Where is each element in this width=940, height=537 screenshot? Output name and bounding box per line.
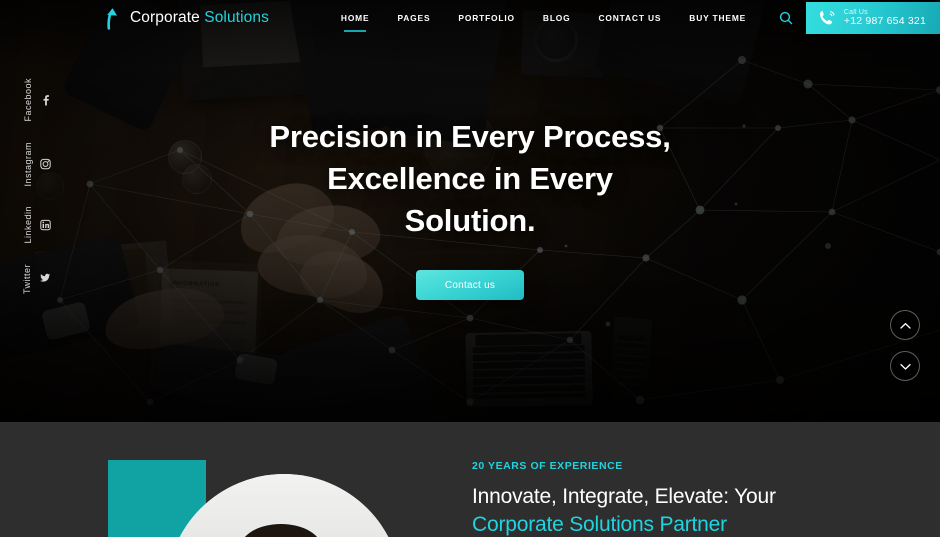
chevron-up-icon <box>899 322 911 329</box>
slider-next-button[interactable] <box>890 351 920 381</box>
nav-item-pages[interactable]: PAGES <box>383 0 444 36</box>
call-us-number: +12 987 654 321 <box>843 15 926 28</box>
header-actions: Call Us +12 987 654 321 <box>770 0 940 36</box>
nav-item-blog[interactable]: BLOG <box>529 0 585 36</box>
social-link-linkedin[interactable]: Linkedin <box>23 206 51 244</box>
hero-title-line-1: Precision in Every Process, <box>269 118 671 154</box>
site-logo[interactable]: Corporate Solutions <box>102 6 269 30</box>
linkedin-icon <box>39 219 51 231</box>
about-section: 20 YEARS OF EXPERIENCE Innovate, Integra… <box>0 422 940 537</box>
about-text: 20 YEARS OF EXPERIENCE Innovate, Integra… <box>472 460 902 537</box>
social-sidebar: Facebook Instagram Linkedin Twitter <box>22 78 51 294</box>
slider-prev-button[interactable] <box>890 310 920 340</box>
nav-item-portfolio[interactable]: PORTFOLIO <box>444 0 529 36</box>
social-label-facebook: Facebook <box>22 78 33 122</box>
facebook-icon <box>40 94 51 106</box>
site-header: Corporate Solutions HOME PAGES PORTFOLIO… <box>0 0 940 36</box>
logo-text: Corporate Solutions <box>130 9 269 27</box>
call-us-label: Call Us <box>843 8 868 16</box>
hero-title-line-3: Solution. <box>404 203 536 239</box>
main-navigation: HOME PAGES PORTFOLIO BLOG CONTACT US BUY… <box>327 0 760 36</box>
instagram-icon <box>39 158 51 169</box>
slider-navigation <box>890 310 920 381</box>
social-label-twitter: Twitter <box>22 263 32 294</box>
team-photo-circle <box>166 474 402 537</box>
contact-us-button[interactable]: Contact us <box>416 270 524 301</box>
about-heading-line-2: Corporate Solutions Partner <box>472 512 727 536</box>
arrow-up-curve-icon <box>107 8 117 30</box>
social-label-instagram: Instagram <box>22 141 33 187</box>
hero-title: Precision in Every Process, Excellence i… <box>269 116 670 242</box>
social-link-twitter[interactable]: Twitter <box>22 264 51 294</box>
social-link-facebook[interactable]: Facebook <box>23 78 51 122</box>
call-us-text: Call Us +12 987 654 321 <box>844 9 926 27</box>
logo-text-accent: Solutions <box>204 9 269 26</box>
nav-item-buy-theme[interactable]: BUY THEME <box>675 0 760 36</box>
social-link-instagram[interactable]: Instagram <box>22 141 51 187</box>
search-button[interactable] <box>770 0 802 36</box>
phone-icon <box>819 11 835 25</box>
landing-page: INFORMATION <box>0 0 940 537</box>
nav-item-home[interactable]: HOME <box>327 0 384 36</box>
logo-text-primary: Corporate <box>130 9 200 26</box>
call-us-button[interactable]: Call Us +12 987 654 321 <box>805 2 940 34</box>
hero-title-line-2: Excellence in Every <box>327 160 613 196</box>
about-media <box>108 460 404 537</box>
chevron-down-icon <box>899 363 911 370</box>
hero-content: Precision in Every Process, Excellence i… <box>0 0 940 422</box>
about-heading-line-1: Innovate, Integrate, Elevate: Your <box>472 485 776 508</box>
hero-section: INFORMATION <box>0 0 940 422</box>
about-heading: Innovate, Integrate, Elevate: Your Corpo… <box>472 483 902 537</box>
about-eyebrow: 20 YEARS OF EXPERIENCE <box>472 460 623 472</box>
twitter-icon <box>39 273 51 284</box>
social-label-linkedin: Linkedin <box>22 206 33 244</box>
search-icon <box>779 11 793 25</box>
nav-item-contact-us[interactable]: CONTACT US <box>585 0 676 36</box>
